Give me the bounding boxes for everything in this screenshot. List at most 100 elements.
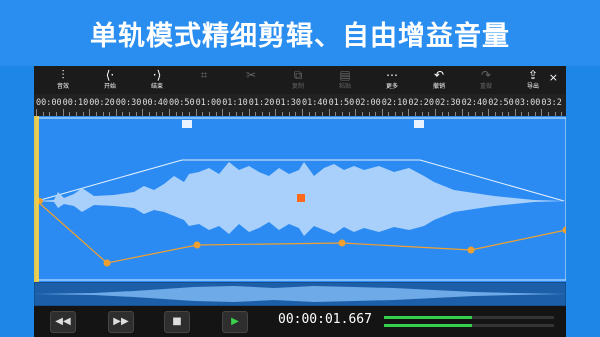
audio-editor: × ⫶ 音效 ⟨· 开始 ·⟩ 结束 ⌗ ✂ ⧉ 复制 ▤ 粘贴 ⋯ 更多 ↶ 撤销 ↷ 重做 ⇪ 导出 00:00 0…: [33, 66, 570, 337]
ruler-tick-label: 00:00: [36, 98, 62, 108]
copy-icon: ⧉: [293, 68, 303, 82]
ruler-tick: [142, 109, 144, 116]
mixer-icon: ⫶: [61, 68, 65, 82]
crop-icon: ⌗: [200, 68, 208, 82]
level-meter-right-fill: [384, 324, 473, 327]
overview-waveform: [34, 286, 566, 302]
close-icon[interactable]: ×: [549, 71, 558, 84]
ruler-tick-label: 00:20: [89, 98, 115, 108]
stop-button[interactable]: ■: [164, 311, 190, 333]
overview-svg: [33, 281, 567, 307]
ruler-tick: [302, 109, 303, 116]
ruler-tick: [115, 109, 117, 116]
toolbar-button-10[interactable]: ⇪ 导出: [516, 66, 550, 94]
ruler-tick-label: 01:50: [328, 98, 355, 108]
selection-handle-end[interactable]: [414, 120, 424, 128]
level-meter-right: [384, 324, 554, 327]
ruler-tick-label: 02:20: [408, 98, 434, 108]
envelope-point[interactable]: [467, 246, 475, 254]
ruler-tick-label: 01:40: [302, 98, 328, 108]
toolbar-button-5[interactable]: ⧉ 复制: [281, 66, 315, 94]
paste-icon: ▤: [339, 68, 351, 82]
ruler-tick-label: 01:30: [275, 98, 301, 108]
ruler-tick-label: 02:30: [435, 98, 461, 108]
toolbar-button-label: 粘贴: [338, 83, 351, 90]
ruler-tick-label: 01:10: [222, 98, 248, 108]
envelope-point[interactable]: [103, 259, 111, 267]
selection-handle-start[interactable]: [182, 120, 192, 128]
redo-icon: ↷: [480, 68, 492, 82]
ruler-tick-label: 02:00: [355, 98, 381, 108]
ruler-tick: [169, 109, 170, 116]
toolbar-button-label: 复制: [291, 83, 304, 90]
ruler-tick-label: 01:20: [248, 98, 275, 108]
toolbar-button-9[interactable]: ↷ 重做: [469, 66, 503, 94]
ruler-tick: [36, 109, 37, 116]
toolbar-button-label: 导出: [526, 83, 539, 90]
end-bracket-icon: ·⟩: [152, 68, 162, 82]
more-icon: ⋯: [386, 68, 398, 82]
ruler-tick-label: 01:00: [195, 98, 222, 108]
envelope-point[interactable]: [338, 239, 346, 247]
cut-icon: ✂: [245, 68, 257, 82]
center-marker[interactable]: [297, 194, 305, 202]
level-meter-left: [384, 316, 554, 319]
toolbar-button-label: 结束: [150, 83, 163, 90]
ruler-tick-label: 00:10: [62, 98, 89, 108]
undo-icon: ↶: [433, 68, 445, 82]
ruler-tick-label: 00:30: [115, 98, 142, 108]
ruler-tick-label: 00:40: [142, 98, 168, 108]
envelope-point[interactable]: [562, 226, 570, 234]
ruler-tick-label: 00:50: [169, 98, 195, 108]
toolbar-button-label: 开始: [103, 83, 116, 90]
ruler-tick: [62, 109, 64, 116]
ruler-tick: [328, 109, 330, 116]
ruler-tick: [461, 109, 463, 116]
toolbar-button-label: 音效: [56, 83, 69, 90]
ruler-tick: [195, 109, 197, 116]
time-display: 00:00:01.667: [278, 312, 372, 327]
toolbar-button-label: 重做: [479, 83, 492, 90]
waveform-area[interactable]: [34, 116, 570, 282]
ruler-tick: [355, 109, 357, 116]
waveform-svg: [34, 116, 570, 282]
toolbar-button-3[interactable]: ⌗: [187, 66, 221, 94]
playhead[interactable]: [34, 116, 39, 282]
toolbar-button-6[interactable]: ▤ 粘贴: [328, 66, 362, 94]
ruler-tick: [488, 109, 490, 116]
toolbar-button-0[interactable]: ⫶ 音效: [46, 66, 80, 94]
timeline-ruler[interactable]: 00:00 00:10 00:20 00:30 00:40 00:50 01:00 01:10…: [34, 94, 566, 116]
ruler-tick-label: 02:40: [461, 98, 488, 108]
ruler-tick: [514, 109, 516, 116]
start-bracket-icon: ⟨·: [105, 68, 115, 82]
toolbar-button-label: 更多: [385, 83, 398, 90]
overview-strip[interactable]: [33, 281, 567, 307]
toolbar-button-2[interactable]: ·⟩ 结束: [140, 66, 174, 94]
ruler-tick: [89, 109, 91, 116]
toolbar-button-7[interactable]: ⋯ 更多: [375, 66, 409, 94]
ruler-tick: [541, 109, 543, 116]
toolbar-button-4[interactable]: ✂: [234, 66, 268, 94]
ruler-tick-label: 03:00: [514, 98, 541, 108]
toolbar-button-label: 撤销: [432, 83, 445, 90]
play-button[interactable]: ▶: [222, 311, 248, 333]
ruler-tick: [435, 109, 436, 116]
ruler-tick: [275, 109, 277, 116]
toolbar-button-8[interactable]: ↶ 撤销: [422, 66, 456, 94]
toolbar-button-1[interactable]: ⟨· 开始: [93, 66, 127, 94]
ruler-tick-label: 02:10: [381, 98, 408, 108]
ruler-tick: [222, 109, 224, 116]
level-meter-left-fill: [384, 316, 473, 319]
envelope-point[interactable]: [193, 241, 201, 249]
ruler-tick: [248, 109, 250, 116]
transport-bar: ◀◀ ▶▶ ■ ▶ 00:00:01.667: [34, 306, 566, 337]
promo-banner: 单轨模式精细剪辑、自由增益音量: [0, 0, 600, 66]
ruler-tick: [381, 109, 383, 116]
toolbar: × ⫶ 音效 ⟨· 开始 ·⟩ 结束 ⌗ ✂ ⧉ 复制 ▤ 粘贴 ⋯ 更多 ↶ 撤销 ↷ 重做 ⇪ 导出: [34, 66, 566, 94]
ruler-tick-label: 02:50: [488, 98, 514, 108]
fast-forward-button[interactable]: ▶▶: [108, 311, 134, 333]
export-icon: ⇪: [527, 68, 539, 82]
ruler-tick-label: 03:2: [541, 98, 562, 108]
banner-title: 单轨模式精细剪辑、自由增益音量: [90, 21, 510, 52]
rewind-button[interactable]: ◀◀: [50, 311, 76, 333]
